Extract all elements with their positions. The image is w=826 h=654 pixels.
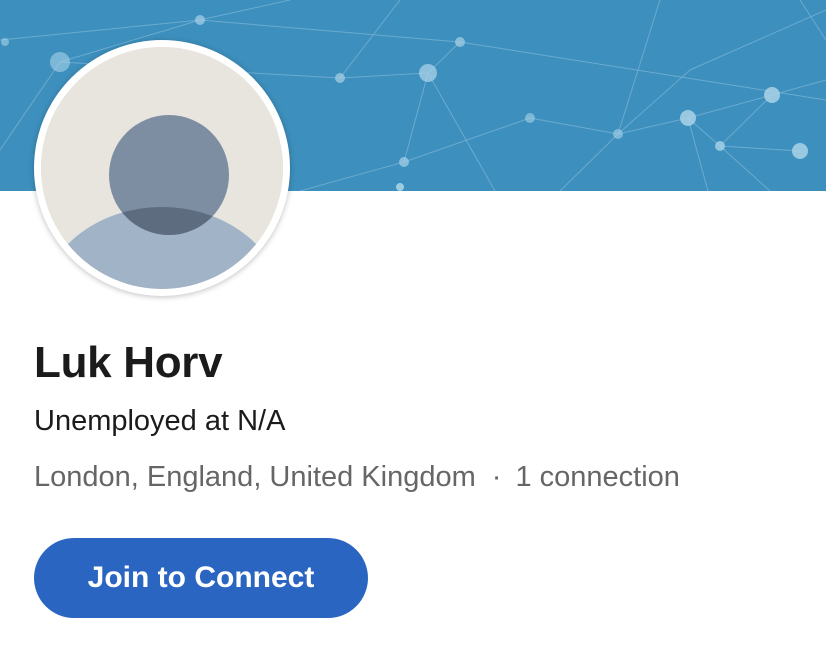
profile-meta: London, England, United Kingdom · 1 connec… xyxy=(34,461,680,494)
profile-card: Luk Horv Unemployed at N/A London, Engla… xyxy=(0,0,826,654)
connections-count: 1 connection xyxy=(515,461,680,493)
profile-headline: Unemployed at N/A xyxy=(34,405,286,437)
profile-name: Luk Horv xyxy=(34,338,223,387)
default-person-avatar-icon xyxy=(41,47,283,289)
meta-separator: · xyxy=(491,461,502,493)
avatar[interactable] xyxy=(34,40,290,296)
join-to-connect-button[interactable]: Join to Connect xyxy=(34,538,368,618)
profile-location: London, England, United Kingdom xyxy=(34,461,476,493)
